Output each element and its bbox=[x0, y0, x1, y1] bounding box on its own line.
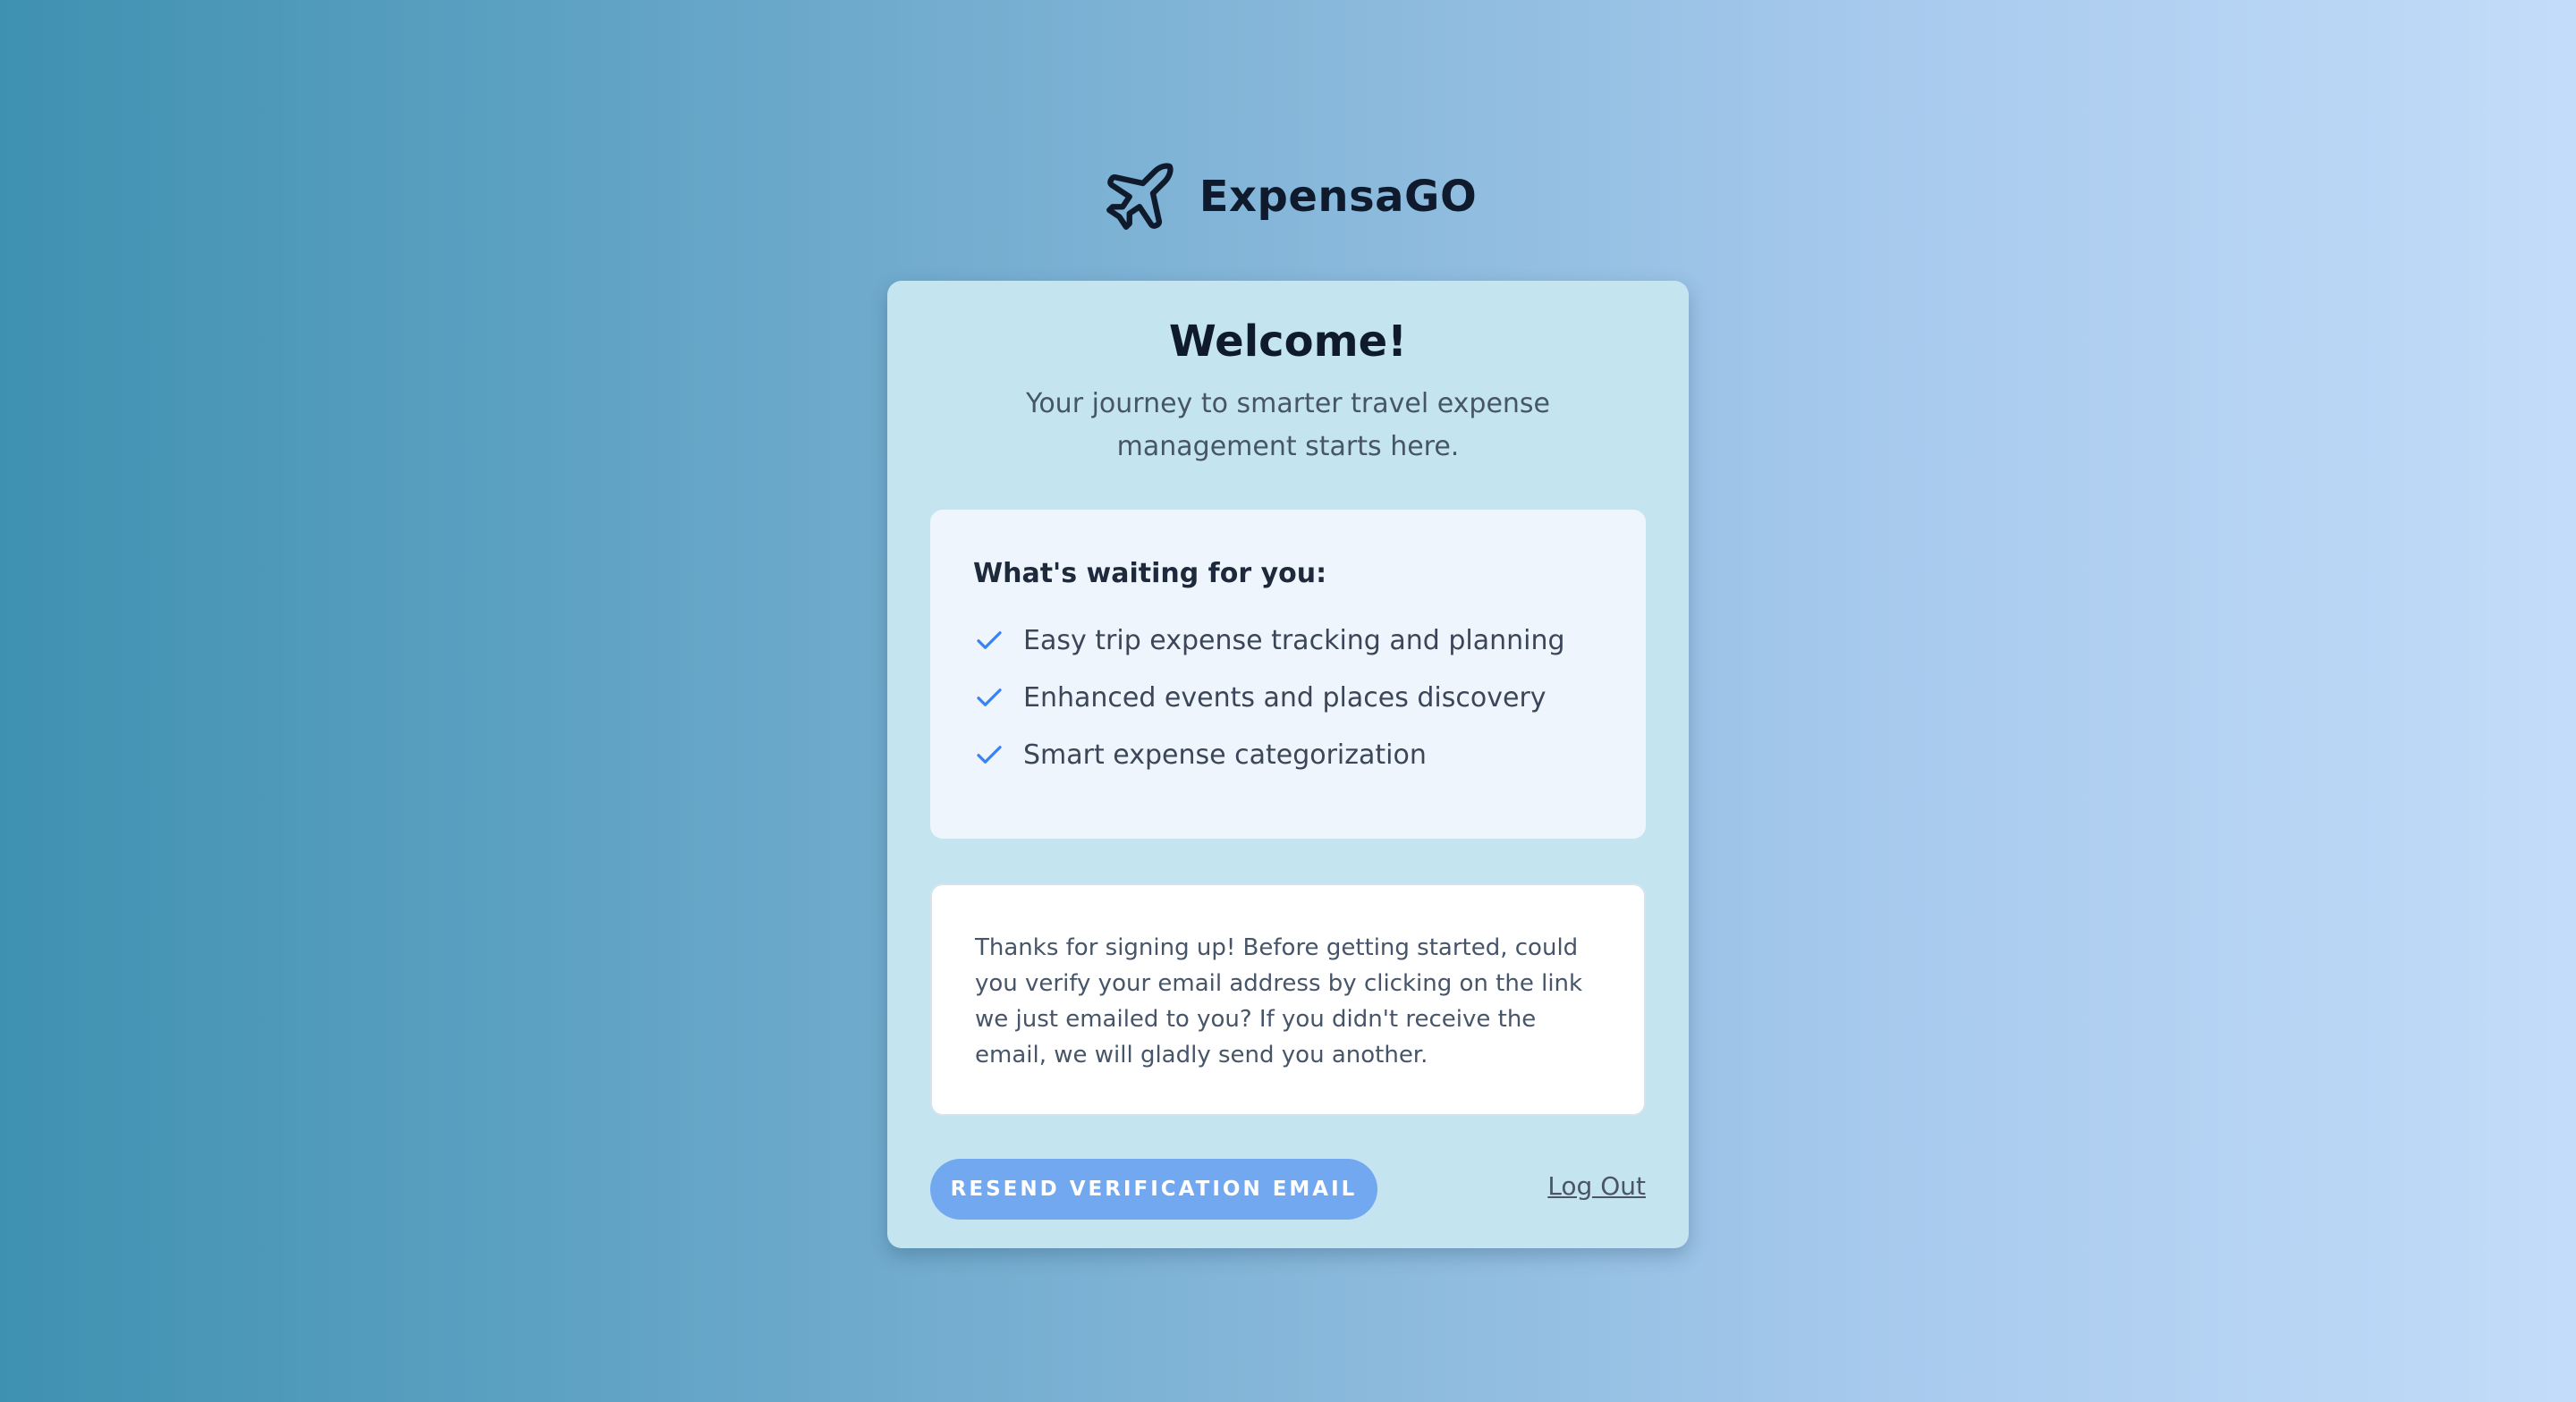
feature-label: Easy trip expense tracking and planning bbox=[1023, 624, 1565, 656]
brand-header: ExpensaGO bbox=[0, 154, 2576, 240]
brand-name: ExpensaGO bbox=[1199, 172, 1478, 222]
features-panel: What's waiting for you: Easy trip expens… bbox=[930, 510, 1646, 839]
list-item: Enhanced events and places discovery bbox=[973, 669, 1603, 726]
features-heading: What's waiting for you: bbox=[973, 558, 1327, 589]
check-icon bbox=[973, 624, 1005, 656]
list-item: Easy trip expense tracking and planning bbox=[973, 612, 1603, 669]
airplane-icon bbox=[1099, 156, 1180, 237]
list-item: Smart expense categorization bbox=[973, 726, 1603, 783]
feature-label: Smart expense categorization bbox=[1023, 739, 1427, 771]
page-title: Welcome! bbox=[1168, 317, 1408, 367]
check-icon bbox=[973, 739, 1005, 771]
verification-notice: Thanks for signing up! Before getting st… bbox=[930, 883, 1646, 1116]
logout-link[interactable]: Log Out bbox=[1547, 1171, 1646, 1201]
welcome-card: Welcome! Your journey to smarter travel … bbox=[887, 281, 1689, 1248]
check-icon bbox=[973, 681, 1005, 714]
resend-verification-button[interactable]: RESEND VERIFICATION EMAIL bbox=[930, 1159, 1377, 1220]
feature-label: Enhanced events and places discovery bbox=[1023, 681, 1546, 714]
page-subtitle: Your journey to smarter travel expense m… bbox=[1025, 388, 1550, 462]
